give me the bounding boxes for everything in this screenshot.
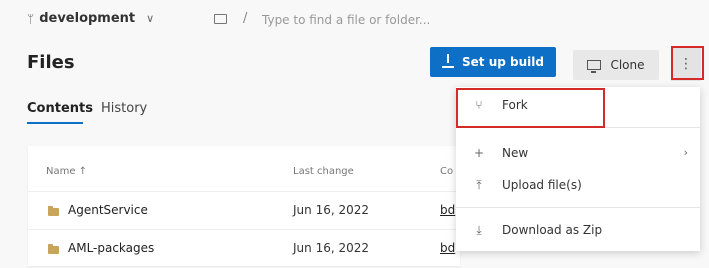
branch-selector[interactable]: ᛘ development ∨ xyxy=(27,11,154,26)
path-separator: / xyxy=(243,11,248,26)
path-search-input[interactable] xyxy=(262,10,502,30)
monitor-icon xyxy=(587,60,602,73)
clone-label: Clone xyxy=(610,58,645,72)
clone-button[interactable]: Clone xyxy=(573,50,659,80)
table-row[interactable]: AgentService Jun 16, 2022 bd xyxy=(28,191,460,230)
chevron-down-icon: ∨ xyxy=(146,12,155,25)
column-header-name[interactable]: Name ↑ xyxy=(46,166,87,177)
last-change: Jun 16, 2022 xyxy=(293,203,370,217)
last-change: Jun 16, 2022 xyxy=(293,241,370,255)
column-header-commit[interactable]: Co xyxy=(440,166,453,177)
commit-link[interactable]: bd xyxy=(440,241,455,255)
file-name[interactable]: AML-packages xyxy=(68,241,154,255)
folder-icon xyxy=(48,206,59,216)
files-table: Name ↑ Last change Co AgentService Jun 1… xyxy=(28,146,460,266)
chevron-right-icon: › xyxy=(683,146,688,159)
build-icon xyxy=(442,54,455,68)
file-name[interactable]: AgentService xyxy=(68,203,148,217)
menu-item-label: Download as Zip xyxy=(502,223,603,237)
folder-icon xyxy=(214,14,227,24)
upload-icon: ⤒ xyxy=(476,177,482,192)
active-tab-indicator xyxy=(27,122,83,124)
menu-item-label: New xyxy=(502,146,529,160)
branch-name: development xyxy=(39,11,136,26)
menu-item-new[interactable]: + New › xyxy=(456,139,700,167)
plus-icon: + xyxy=(473,146,485,160)
menu-divider xyxy=(456,207,700,208)
highlight-box-more xyxy=(671,46,704,80)
highlight-box-fork xyxy=(456,88,605,128)
tab-history[interactable]: History xyxy=(101,101,147,116)
commit-link[interactable]: bd xyxy=(440,203,455,217)
tab-contents[interactable]: Contents xyxy=(27,101,93,116)
column-header-last-change[interactable]: Last change xyxy=(293,166,354,177)
set-up-build-button[interactable]: Set up build xyxy=(430,47,556,77)
menu-item-download-zip[interactable]: ⤓ Download as Zip xyxy=(456,216,700,244)
folder-icon xyxy=(48,244,59,254)
menu-item-label: Upload file(s) xyxy=(502,178,582,192)
page-title: Files xyxy=(27,52,75,73)
set-up-build-label: Set up build xyxy=(462,55,544,69)
menu-item-upload-files[interactable]: ⤒ Upload file(s) xyxy=(456,171,700,199)
table-row[interactable]: AML-packages Jun 16, 2022 bd xyxy=(28,229,460,268)
branch-icon: ᛘ xyxy=(27,11,35,26)
download-icon: ⤓ xyxy=(476,222,482,237)
